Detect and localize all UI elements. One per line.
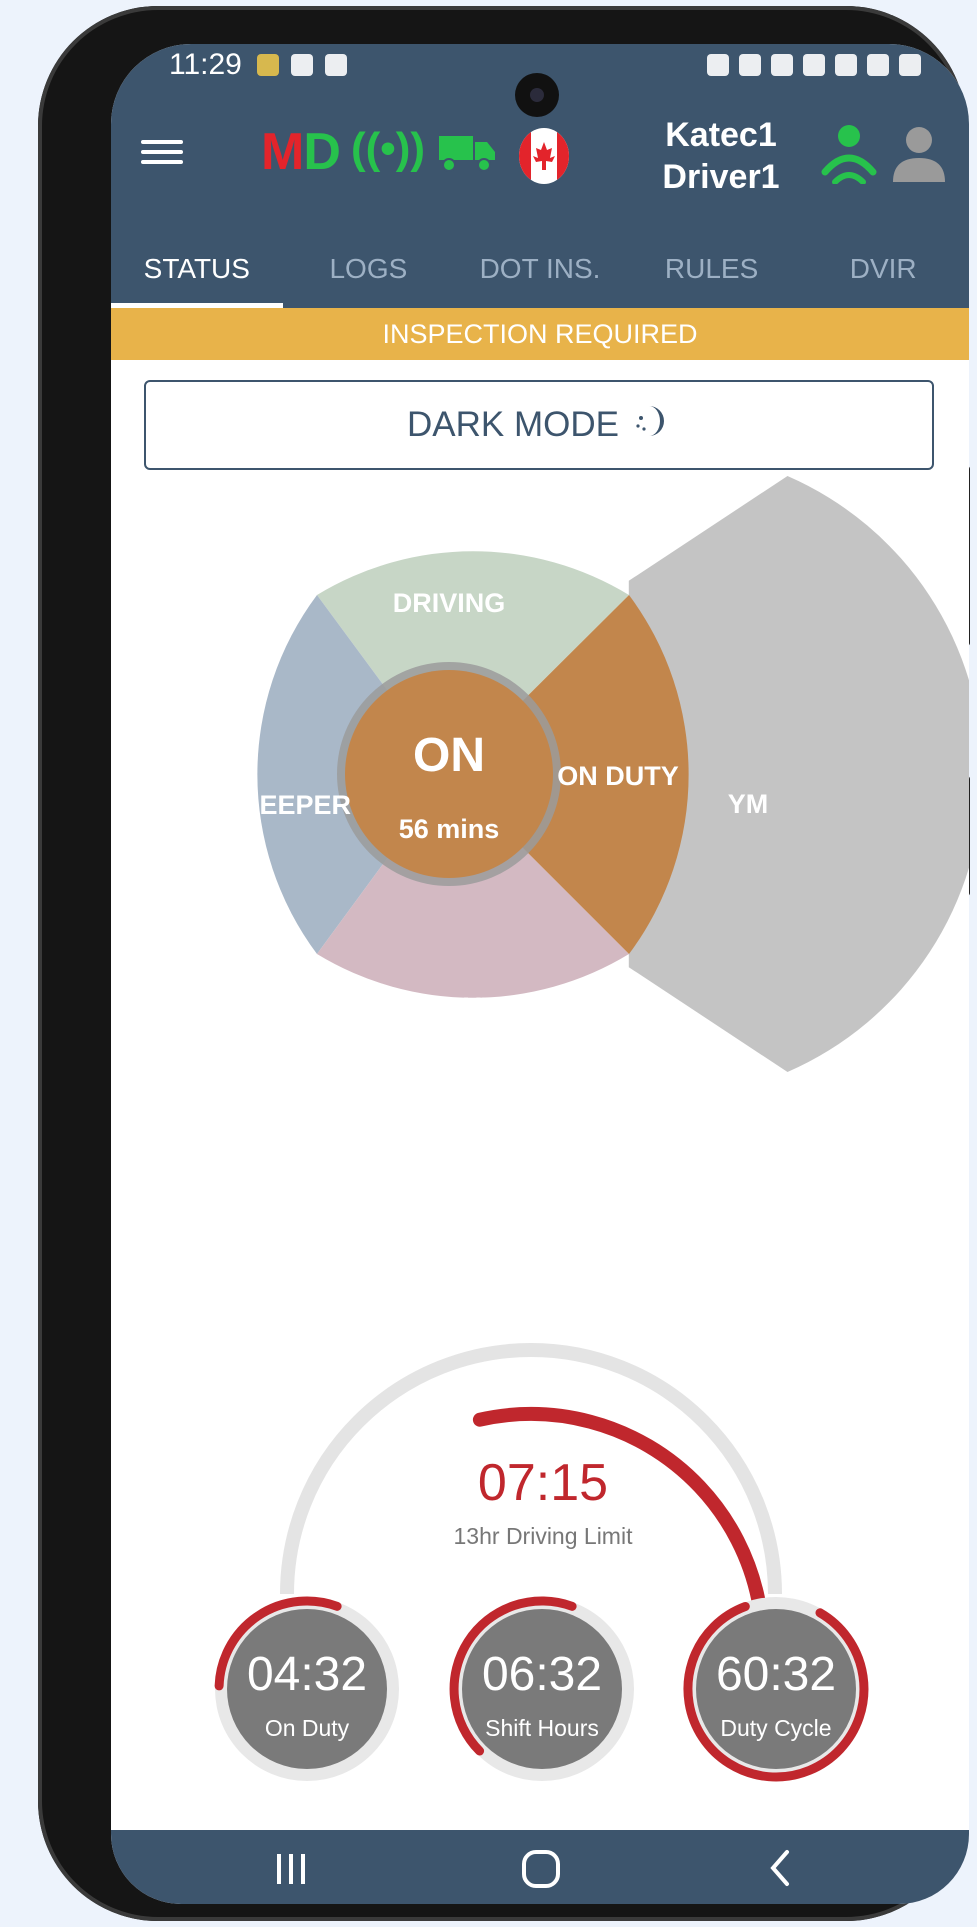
shift-hours-gauge[interactable]: 06:32 Shift Hours <box>449 1596 634 1781</box>
app-screen: 11:29 MD ((•)) Katec1 Driver1 STATUS LOG… <box>111 44 969 1904</box>
driving-limit-value: 07:15 <box>478 1454 608 1512</box>
home-icon[interactable] <box>511 1846 571 1890</box>
hours-gauges: 07:15 13hr Driving Limit 04:32 On Duty 0… <box>214 1343 869 1782</box>
on-duty-gauge[interactable]: 04:32 On Duty <box>214 1596 399 1781</box>
back-icon[interactable] <box>751 1846 811 1890</box>
on-duty-value: 04:32 <box>247 1648 367 1701</box>
duty-cycle-gauge[interactable]: 60:32 Duty Cycle <box>683 1597 869 1782</box>
phone-frame: 11:29 MD ((•)) Katec1 Driver1 STATUS LOG… <box>38 6 970 1921</box>
on-duty-label: On Duty <box>265 1715 350 1741</box>
shift-hours-value: 06:32 <box>482 1648 602 1701</box>
duty-cycle-value: 60:32 <box>716 1648 836 1701</box>
system-nav-bar <box>111 1830 969 1904</box>
recent-apps-icon[interactable] <box>261 1846 321 1890</box>
driving-limit-label: 13hr Driving Limit <box>454 1523 634 1549</box>
duty-cycle-label: Duty Cycle <box>720 1715 831 1741</box>
shift-hours-label: Shift Hours <box>485 1715 599 1741</box>
